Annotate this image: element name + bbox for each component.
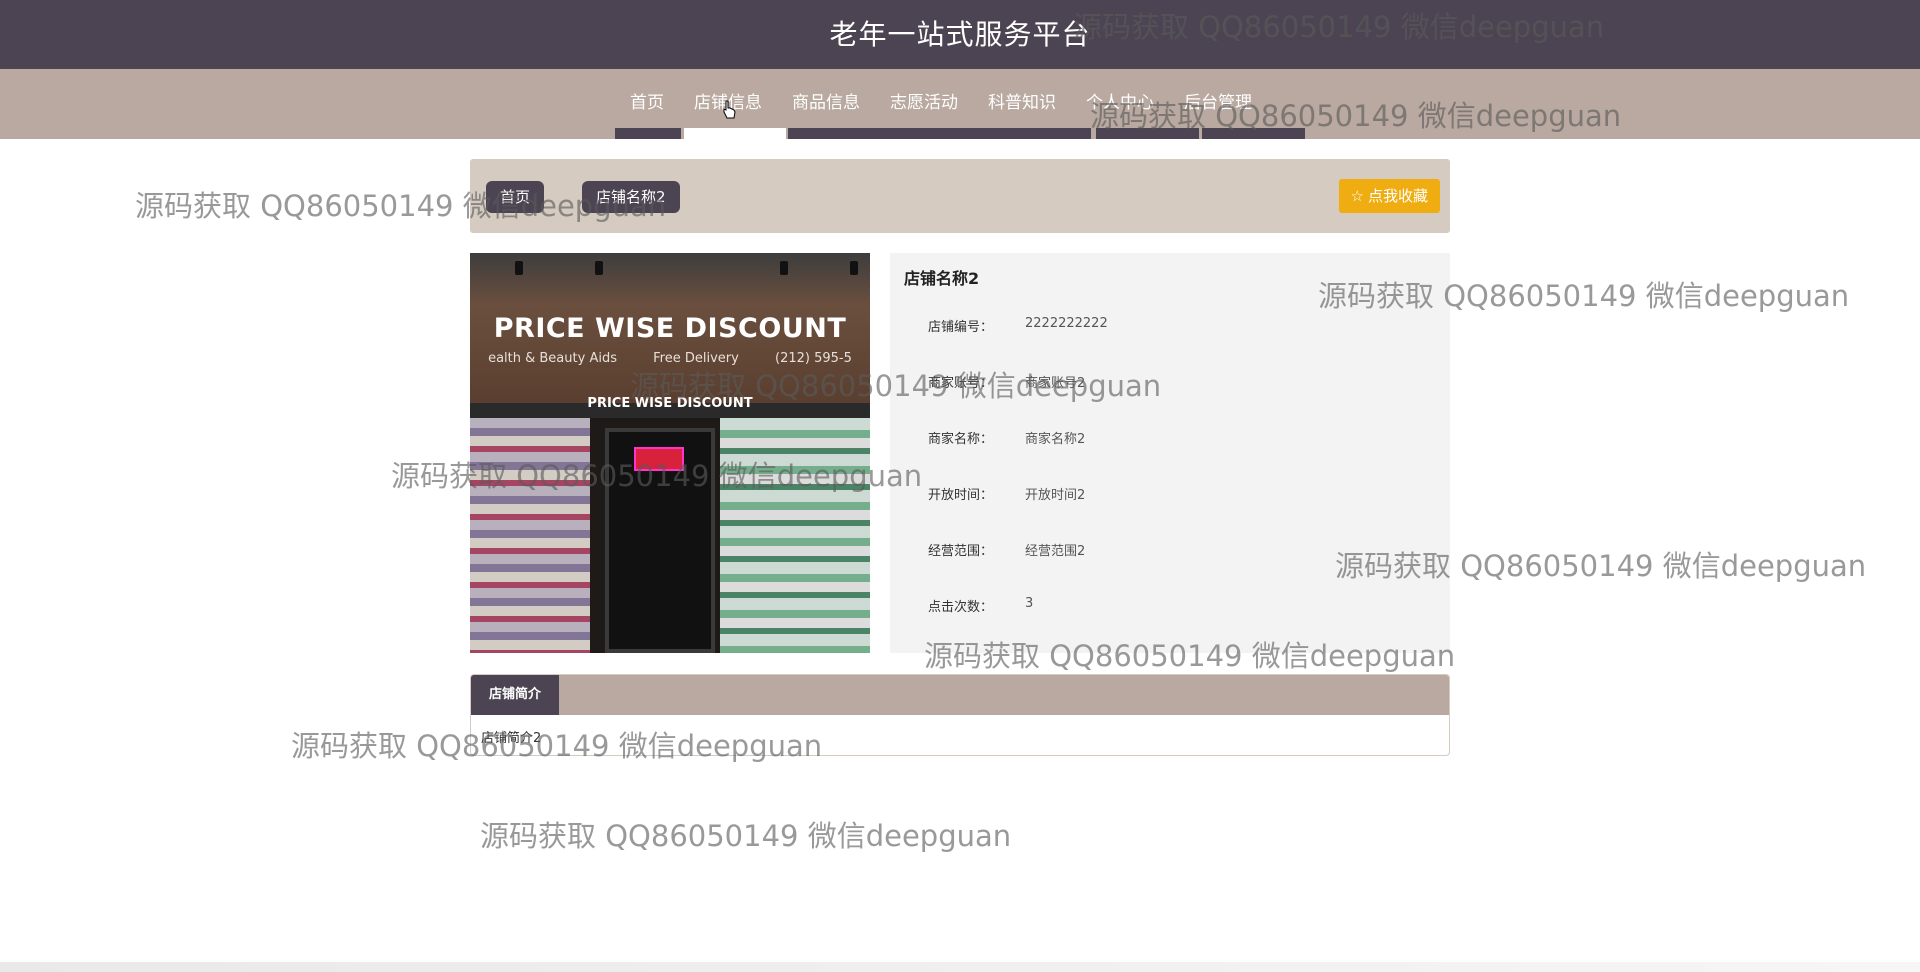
nav-tab-store-info [684, 128, 786, 139]
header: 老年一站式服务平台 [0, 0, 1920, 69]
photo-door [605, 428, 715, 653]
info-row-open-time: 开放时间： 开放时间2 [928, 484, 1085, 504]
intro-content: 店铺简介2 [481, 731, 542, 746]
nav-item-products[interactable]: 商品信息 [777, 87, 875, 119]
info-label: 开放时间： [928, 488, 994, 503]
star-icon: ☆ [1350, 187, 1364, 205]
favorite-button[interactable]: ☆ 点我收藏 [1338, 179, 1440, 213]
breadcrumb-home[interactable]: 首页 [486, 181, 545, 213]
watermark: 源码获取 QQ86050149 微信deepguan [480, 819, 1012, 853]
info-value: 开放时间2 [1025, 488, 1086, 503]
nav-item-volunteer[interactable]: 志愿活动 [875, 87, 973, 119]
breadcrumb: 首页 店铺名称2 ☆ 点我收藏 [470, 159, 1450, 233]
info-row-merchant-account: 商家账号： 商家账号2 [928, 372, 1085, 392]
nav-tab-admin [1202, 128, 1305, 139]
store-intro-box: 店铺简介 店铺简介2 [470, 674, 1450, 756]
lamp-icon [780, 261, 788, 275]
site-title: 老年一站式服务平台 [829, 18, 1091, 51]
info-row-business-scope: 经营范围： 经营范围2 [928, 540, 1085, 560]
hand-cursor-icon [723, 100, 736, 119]
page: 老年一站式服务平台 首页 店铺信息 商品信息 志愿活动 科普知识 个人中心 后台… [0, 0, 1920, 972]
favorite-button-label: 点我收藏 [1367, 187, 1428, 205]
store-info-panel: 店铺名称2 店铺编号： 2222222222 商家账号： 商家账号2 商家名称：… [890, 253, 1450, 653]
photo-door-sign [634, 447, 684, 471]
nav-item-science[interactable]: 科普知识 [973, 87, 1071, 119]
info-row-merchant-name: 商家名称： 商家名称2 [928, 428, 1085, 448]
nav-item-home[interactable]: 首页 [615, 87, 679, 119]
breadcrumb-current[interactable]: 店铺名称2 [582, 181, 680, 213]
nav-tab-personal [1096, 128, 1199, 139]
nav-item-personal-center[interactable]: 个人中心 [1071, 87, 1169, 119]
info-value: 经营范围2 [1025, 544, 1086, 559]
info-label: 经营范围： [928, 544, 994, 559]
info-label: 店铺编号： [928, 320, 994, 335]
photo-sign-sub: ealth & Beauty Aids Free Delivery (212) … [470, 351, 870, 366]
lamp-icon [595, 261, 603, 275]
photo-sign-mid: Free Delivery [653, 351, 739, 366]
photo-storefront [470, 418, 870, 653]
photo-shelf-right [720, 418, 870, 653]
nav-tab-middle [788, 128, 1091, 139]
info-value: 2222222222 [1025, 316, 1108, 331]
info-label: 点击次数： [928, 600, 994, 615]
photo-sign-right: (212) 595-5 [775, 351, 852, 366]
info-value: 3 [1025, 596, 1034, 611]
info-row-store-id: 店铺编号： 2222222222 [928, 316, 1108, 336]
info-row-click-count: 点击次数： 3 [928, 596, 1033, 616]
photo-sign-left: ealth & Beauty Aids [488, 351, 617, 366]
nav-tab-strip [0, 128, 1920, 139]
nav-item-admin[interactable]: 后台管理 [1169, 87, 1267, 119]
photo-sign: PRICE WISE DISCOUNT ealth & Beauty Aids … [470, 253, 870, 411]
photo-sign-main: PRICE WISE DISCOUNT [493, 313, 847, 344]
nav-tab-home [615, 128, 681, 139]
info-value: 商家名称2 [1025, 432, 1086, 447]
store-name-title: 店铺名称2 [904, 269, 980, 288]
bottom-bar [0, 962, 1920, 972]
info-label: 商家名称： [928, 432, 994, 447]
info-label: 商家账号： [928, 376, 994, 391]
intro-tabbar: 店铺简介 [471, 675, 1449, 715]
lamp-icon [850, 261, 858, 275]
photo-sign-small: PRICE WISE DISCOUNT [587, 396, 753, 411]
nav-items: 首页 店铺信息 商品信息 志愿活动 科普知识 个人中心 后台管理 [615, 87, 1267, 119]
store-photo: PRICE WISE DISCOUNT ealth & Beauty Aids … [470, 253, 870, 653]
photo-shelf-left [470, 418, 590, 653]
info-value: 商家账号2 [1025, 376, 1086, 391]
tab-store-intro[interactable]: 店铺简介 [471, 675, 560, 715]
lamp-icon [515, 261, 523, 275]
